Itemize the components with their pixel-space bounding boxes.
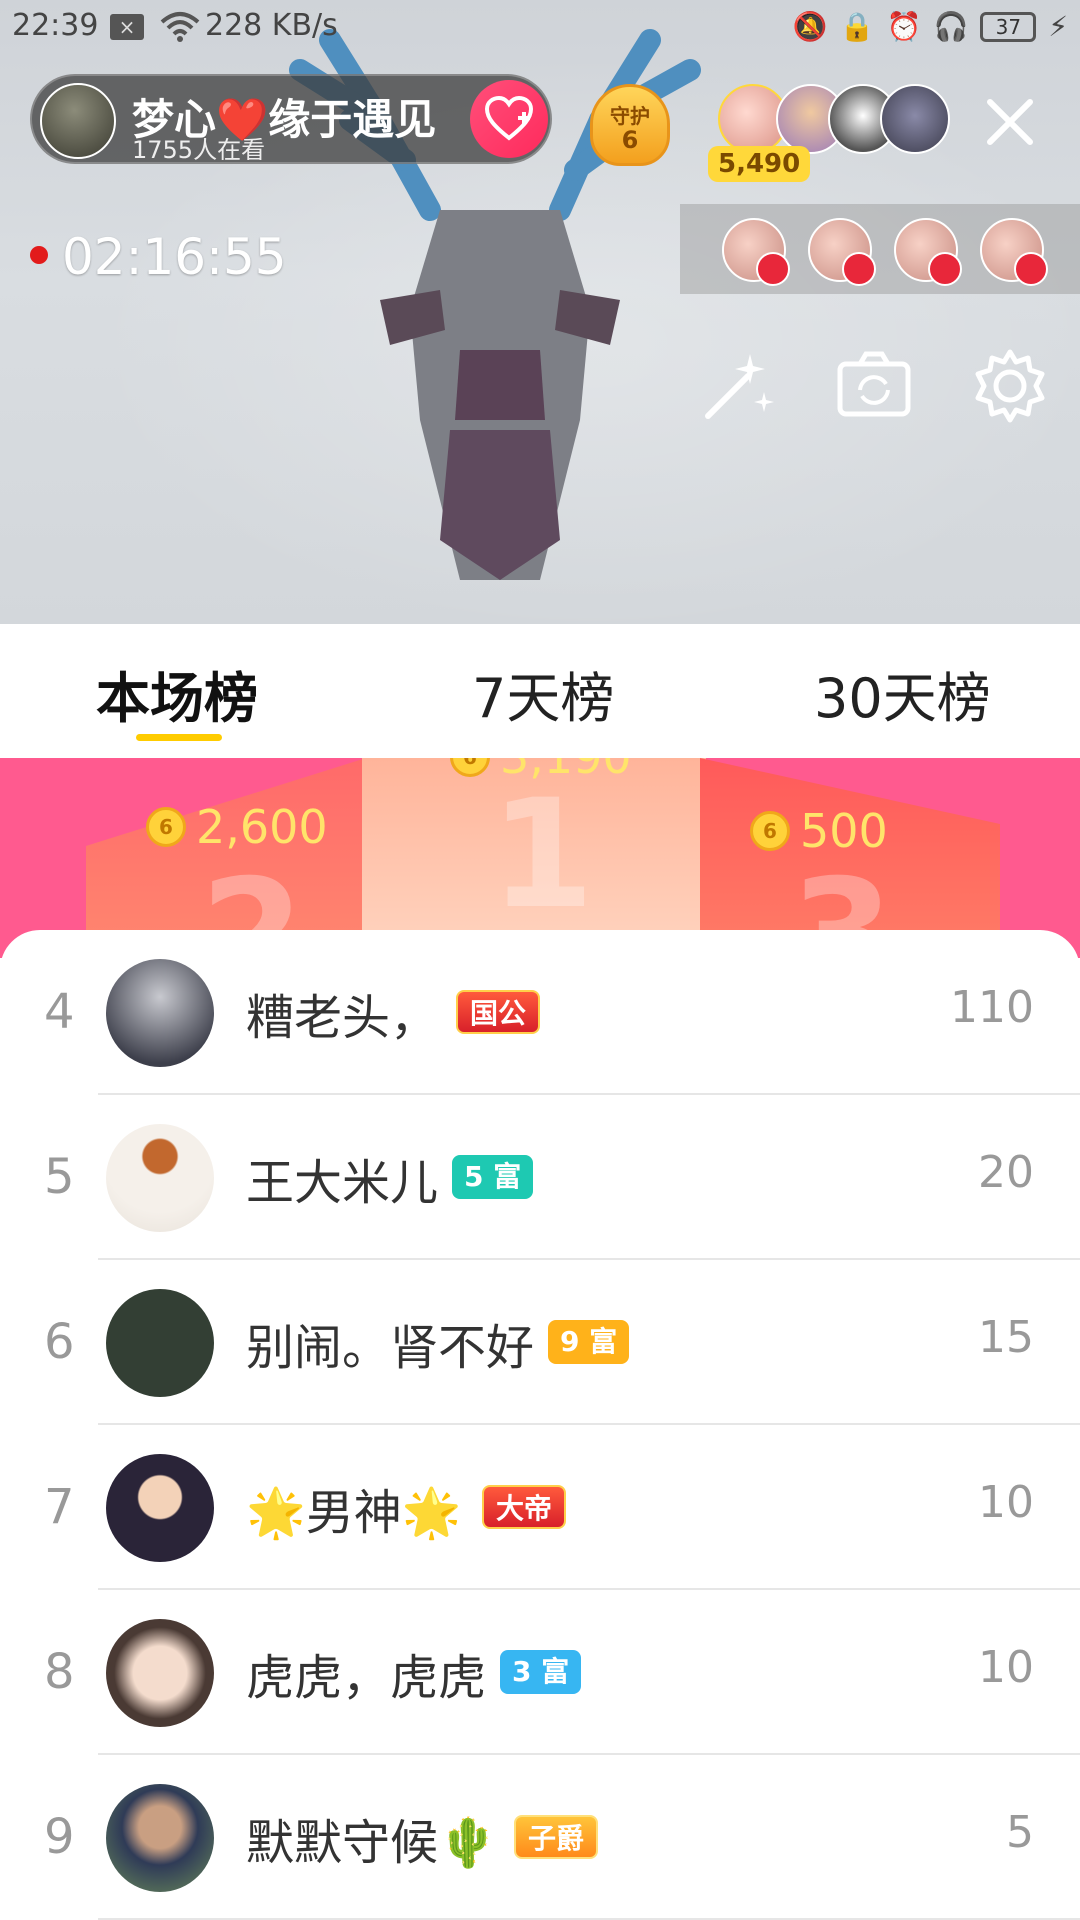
- leaderboard-list: 4 糟老头， 国公 110 5 王大米儿 5 富 20 6 别闹。肾不好 9 富…: [0, 930, 1080, 1920]
- live-timer: 02:16:55: [62, 228, 287, 286]
- wealth-badge: 5 富: [452, 1155, 534, 1199]
- leaderboard-row[interactable]: 6 别闹。肾不好 9 富 15: [0, 1260, 1080, 1425]
- live-room-screen: 22:39 × 228 KB/s 🔕 🔒 ⏰ 🎧 37 ⚡ 梦心❤️缘于遇见 1…: [0, 0, 1080, 1920]
- row-rank: 6: [44, 1314, 75, 1370]
- row-rank: 5: [44, 1149, 75, 1205]
- row-username: 糟老头，: [246, 990, 439, 1046]
- top3-podium: 2 1 3 6 3,190 6 2,600 6 500: [0, 758, 1080, 958]
- guest-seats-row: [680, 204, 1080, 294]
- avatar[interactable]: [106, 1124, 214, 1232]
- podium-second-coins-value: 2,600: [196, 800, 328, 854]
- guest-seat-2[interactable]: [808, 218, 876, 286]
- top-viewer-avatar-4[interactable]: [880, 84, 950, 154]
- host-viewer-count: 1755人在看: [132, 138, 266, 160]
- live-dot-icon: [30, 246, 48, 264]
- rank-badge: 国公: [456, 990, 541, 1034]
- row-score: 20: [978, 1147, 1034, 1198]
- guard-title: 守护: [610, 104, 650, 128]
- row-rank: 4: [44, 984, 75, 1040]
- battery-icon: 37: [980, 11, 1037, 42]
- host-avatar[interactable]: [40, 83, 116, 159]
- network-speed: 228 KB/s: [205, 8, 338, 43]
- tab-7-days[interactable]: 7天榜: [472, 654, 614, 733]
- tab-this-session[interactable]: 本场榜: [96, 654, 258, 733]
- avatar[interactable]: [106, 1784, 214, 1892]
- guest-seat-1[interactable]: [722, 218, 790, 286]
- alarm-icon: ⏰: [886, 10, 922, 43]
- podium-third-coins-value: 500: [800, 804, 888, 858]
- row-username: 王大米儿: [246, 1155, 439, 1211]
- guest-seat-3[interactable]: [894, 218, 962, 286]
- tab-30-days[interactable]: 30天榜: [814, 654, 991, 733]
- beauty-wand-icon[interactable]: [698, 346, 778, 426]
- row-score: 10: [978, 1477, 1034, 1528]
- notification-x-icon: ×: [110, 14, 144, 40]
- row-score: 110: [950, 982, 1034, 1033]
- podium-first-coins: 6 3,190: [450, 758, 632, 784]
- row-username: 别闹。肾不好: [246, 1320, 535, 1376]
- ranking-tabs: 本场榜 7天榜 30天榜: [0, 624, 1080, 758]
- active-tab-indicator: [136, 734, 222, 741]
- follow-button[interactable]: [470, 80, 548, 158]
- podium-third-coins: 6 500: [750, 804, 888, 858]
- avatar[interactable]: [106, 1289, 214, 1397]
- headphones-icon: 🎧: [933, 10, 969, 43]
- charging-icon: ⚡: [1048, 10, 1068, 43]
- avatar[interactable]: [106, 959, 214, 1067]
- status-right-icons: 🔕 🔒 ⏰ 🎧 37 ⚡: [793, 10, 1068, 43]
- mute-bell-icon: 🔕: [792, 10, 828, 43]
- leaderboard-row[interactable]: 7 🌟男神🌟 大帝 10: [0, 1425, 1080, 1590]
- rank-badge: 大帝: [482, 1485, 567, 1529]
- wealth-badge: 3 富: [500, 1650, 582, 1694]
- row-rank: 8: [44, 1644, 75, 1700]
- row-score: 10: [978, 1642, 1034, 1693]
- status-time: 22:39: [12, 8, 99, 43]
- coin-icon: 6: [450, 758, 490, 777]
- wifi-icon: [160, 12, 200, 42]
- heart-plus-icon: [484, 96, 534, 141]
- row-username: 🌟男神🌟: [246, 1485, 462, 1541]
- leaderboard-row[interactable]: 8 虎虎，虎虎 3 富 10: [0, 1590, 1080, 1755]
- leaderboard-row[interactable]: 5 王大米儿 5 富 20: [0, 1095, 1080, 1260]
- podium-second-coins: 6 2,600: [146, 800, 328, 854]
- sofa-icon: [1014, 252, 1048, 286]
- lock-rotation-icon: 🔒: [839, 10, 875, 43]
- avatar[interactable]: [106, 1454, 214, 1562]
- sofa-icon: [756, 252, 790, 286]
- podium-first-coins-value: 3,190: [500, 758, 632, 784]
- guest-seat-4[interactable]: [980, 218, 1048, 286]
- row-rank: 9: [44, 1809, 75, 1865]
- leaderboard-row[interactable]: 9 默默守候🌵 子爵 5: [0, 1755, 1080, 1920]
- rank-badge: 子爵: [514, 1815, 599, 1859]
- coin-icon: 6: [146, 807, 186, 847]
- wealth-badge: 9 富: [548, 1320, 630, 1364]
- status-bar: 22:39 × 228 KB/s 🔕 🔒 ⏰ 🎧 37 ⚡: [0, 0, 1080, 54]
- row-rank: 7: [44, 1479, 75, 1535]
- row-username: 默默守候🌵: [246, 1815, 498, 1871]
- top-viewer-score: 5,490: [708, 146, 811, 182]
- coin-icon: 6: [750, 811, 790, 851]
- leaderboard-row[interactable]: 4 糟老头， 国公 110: [0, 930, 1080, 1095]
- guard-badge[interactable]: 守护 6: [582, 78, 678, 168]
- sofa-icon: [842, 252, 876, 286]
- guard-count: 6: [621, 126, 639, 154]
- row-score: 15: [978, 1312, 1034, 1363]
- row-score: 5: [1006, 1807, 1034, 1858]
- podium-rank-1: 1: [490, 768, 595, 942]
- sofa-icon: [928, 252, 962, 286]
- avatar[interactable]: [106, 1619, 214, 1727]
- row-username: 虎虎，虎虎: [246, 1650, 487, 1706]
- close-icon[interactable]: [980, 92, 1040, 152]
- settings-gear-icon[interactable]: [970, 346, 1050, 426]
- flip-camera-icon[interactable]: [834, 346, 914, 426]
